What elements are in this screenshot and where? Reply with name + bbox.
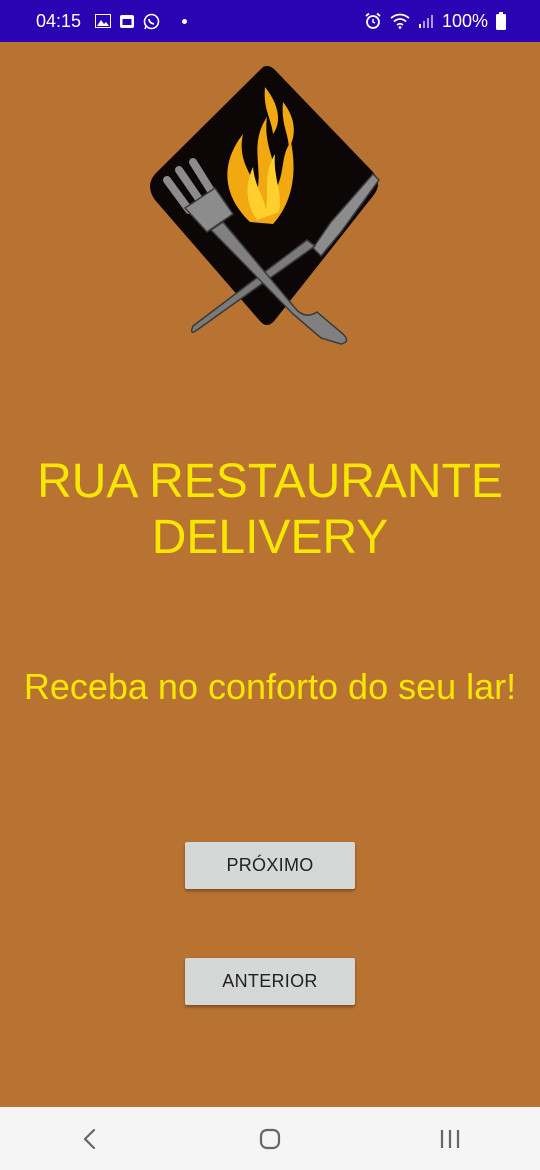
status-right: 100% [364, 11, 506, 32]
battery-icon [496, 12, 506, 30]
whatsapp-icon [143, 13, 160, 30]
wifi-icon [390, 13, 410, 29]
restaurant-subtitle: Receba no conforto do seu lar! [23, 666, 517, 707]
dot-icon [182, 18, 188, 24]
restaurant-title: RUA RESTAURANTE DELIVERY [37, 455, 503, 564]
status-time: 04:15 [36, 10, 82, 31]
alarm-icon [364, 12, 382, 30]
battery-percentage: 100% [441, 10, 488, 31]
back-icon[interactable] [60, 1114, 120, 1164]
recents-icon[interactable] [420, 1114, 480, 1164]
next-button[interactable]: PRÓXIMO [185, 842, 355, 889]
status-bar: 04:15 100% [0, 0, 540, 42]
home-icon[interactable] [240, 1114, 300, 1164]
navigation-bar [0, 1107, 540, 1170]
restaurant-logo-icon [145, 62, 385, 347]
previous-button[interactable]: ANTERIOR [185, 958, 355, 1005]
signal-icon [418, 13, 434, 29]
calendar-icon [119, 13, 135, 29]
image-icon [95, 14, 112, 28]
status-left: 04:15 [36, 10, 188, 32]
